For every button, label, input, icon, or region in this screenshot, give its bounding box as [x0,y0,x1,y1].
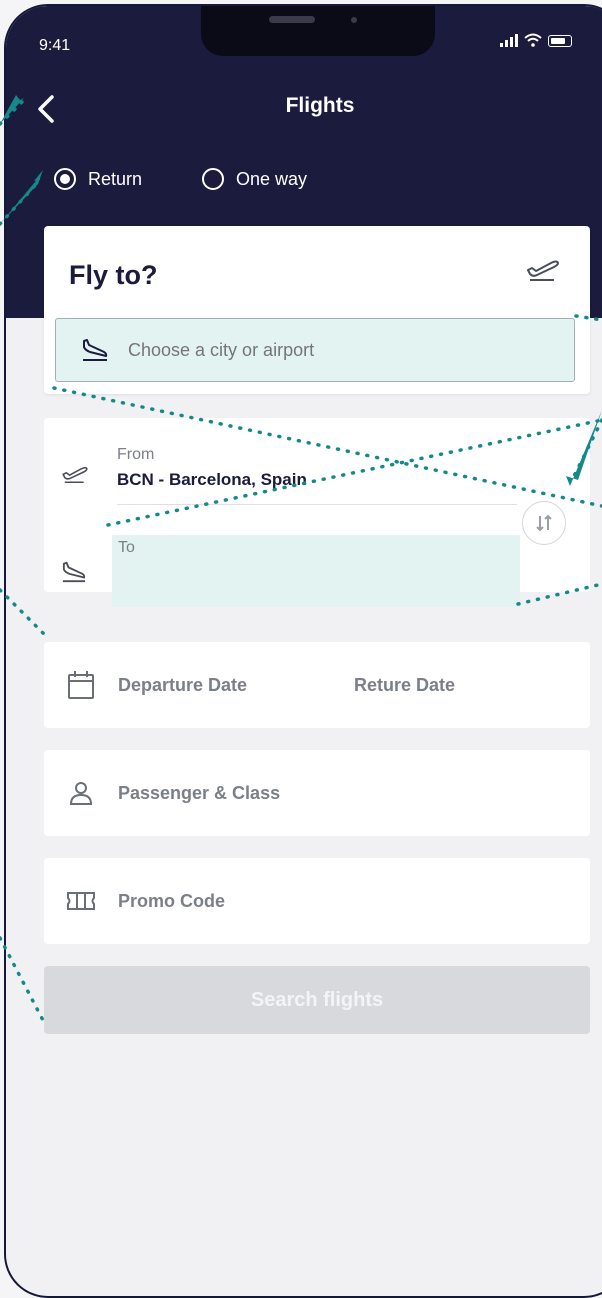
fly-to-title: Fly to? [69,260,158,290]
camera [351,17,357,23]
divider [117,504,517,505]
search-flights-button[interactable]: Search flights [44,966,590,1034]
radio-one-way[interactable]: One way [202,168,307,190]
wifi-icon [524,33,542,47]
ticket-icon [66,890,96,912]
landing-icon [83,339,108,361]
route-card: From BCN - Barcelona, Spain To [44,418,590,607]
radio-return[interactable]: Return [54,168,142,190]
departure-date-label[interactable]: Departure Date [118,675,247,696]
swap-button[interactable] [522,501,566,545]
page-title: Flights [285,94,355,117]
promo-code-label: Promo Code [118,890,226,911]
to-field[interactable]: To [112,535,520,607]
destination-search-input[interactable] [126,338,530,362]
promo-card[interactable]: Promo Code [44,858,590,944]
takeoff-icon [62,466,88,484]
dates-card[interactable]: Departure Date Reture Date [44,642,590,728]
battery-icon [548,35,572,47]
landing-icon [62,561,86,583]
speaker [269,16,315,23]
status-time: 9:41 [39,37,71,54]
radio-selected-icon [54,168,76,190]
swap-icon [536,514,552,532]
passenger-card[interactable]: Passenger & Class [44,750,590,836]
takeoff-icon [527,260,559,281]
radio-one-way-label: One way [236,168,308,189]
from-value[interactable]: BCN - Barcelona, Spain [117,470,307,490]
to-input[interactable] [118,565,512,587]
passenger-class-label: Passenger & Class [118,782,281,803]
radio-unselected-icon [202,168,224,190]
status-icons [500,33,572,47]
notch [201,6,435,56]
fly-to-card: Fly to? [44,226,590,394]
destination-search-field[interactable] [55,318,575,382]
radio-return-label: Return [88,168,143,189]
signal-icon [500,33,518,47]
person-icon [66,780,96,806]
return-date-label[interactable]: Reture Date [354,675,455,696]
phone-frame: 9:41 Flights Return One way Fly to? Choo… [4,4,602,1298]
calendar-icon [66,670,96,700]
from-label: From [117,446,155,463]
to-label: To [118,539,135,556]
